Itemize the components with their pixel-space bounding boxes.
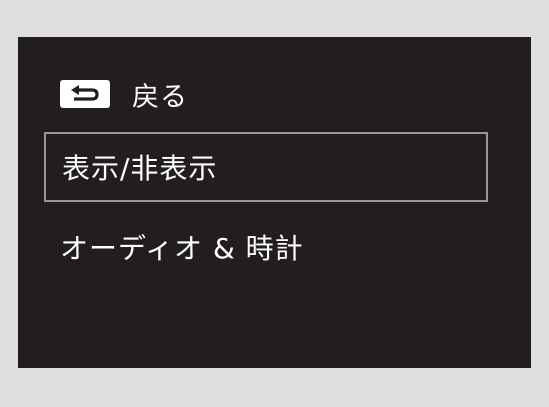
menu-screen: 戻る 表示/非表示 オーディオ & 時計 [18, 37, 531, 368]
back-button[interactable]: 戻る [60, 77, 188, 113]
menu-item-label: 表示/非表示 [62, 152, 218, 185]
return-arrow-icon [60, 80, 110, 108]
menu-item-label: オーディオ & 時計 [60, 232, 304, 265]
menu-item-audio-clock[interactable]: オーディオ & 時計 [44, 212, 488, 282]
menu-item-show-hide[interactable]: 表示/非表示 [44, 132, 488, 202]
back-label: 戻る [132, 81, 188, 113]
